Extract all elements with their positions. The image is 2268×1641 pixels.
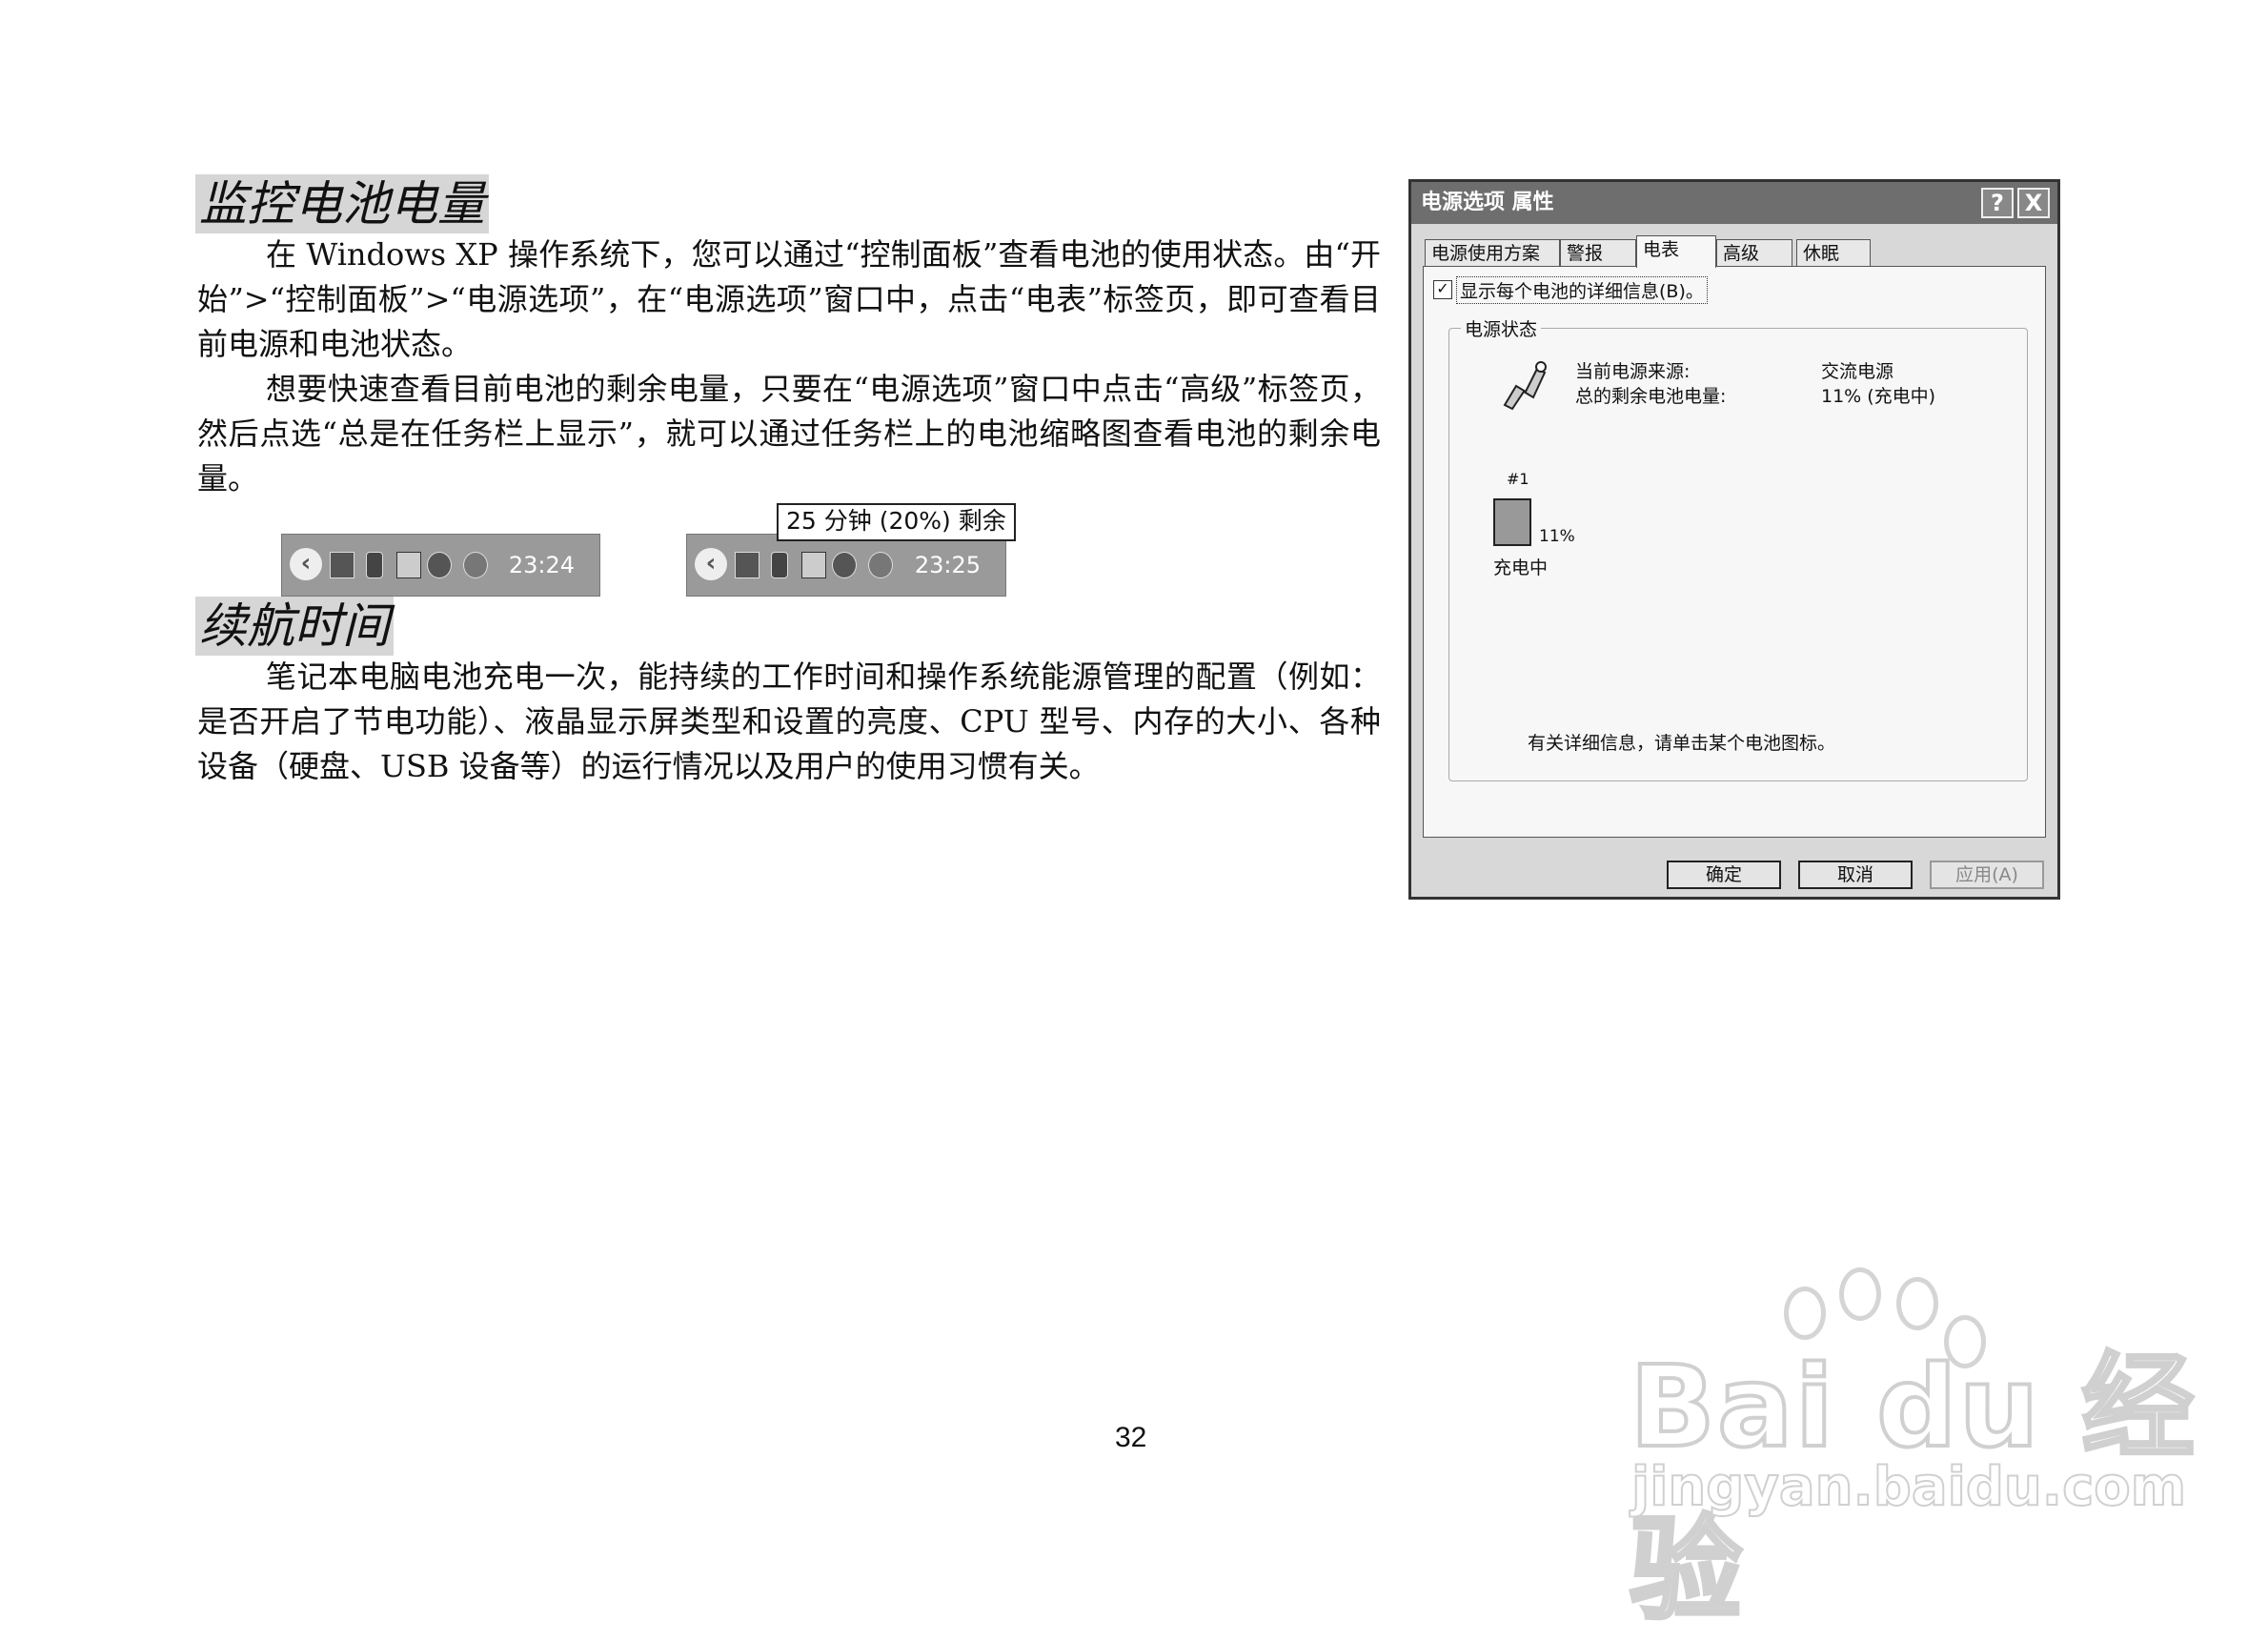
chevron-left-icon: ‹ [695,548,727,580]
security-icon [463,552,488,578]
paragraph-battery-life: 笔记本电脑电池充电一次，能持续的工作时间和操作系统能源管理的配置（例如：是否开启… [197,658,1381,784]
help-button[interactable]: ? [1981,188,2014,218]
power-source-label: 当前电源来源: [1575,361,1691,382]
display-icon [801,552,826,578]
tray-app-icon [832,552,857,578]
remaining-label: 总的剩余电池电量: [1575,386,1727,407]
network-icon [735,552,759,578]
tab-advanced[interactable]: 高级 [1716,239,1792,266]
paw-toe-icon [1839,1267,1881,1321]
display-icon [396,552,421,578]
dialog-title: 电源选项 属性 [1421,191,1554,214]
tray-app-icon [427,552,452,578]
detail-checkbox-label[interactable]: 显示每个电池的详细信息(B)。 [1456,276,1708,304]
tab-alarms[interactable]: 警报 [1560,239,1636,266]
battery-charging-icon[interactable] [1493,498,1531,546]
battery-icon [366,552,383,578]
watermark-url: jingyan.baidu.com [1630,1455,2187,1519]
tab-panel-power-meter: ✓ 显示每个电池的详细信息(B)。 电源状态 当前电源来源: 交流电源 总的剩余… [1423,266,2046,838]
battery-tooltip: 25 分钟 (20%) 剩余 [777,503,1016,541]
power-options-dialog: 电源选项 属性 ? X 电源使用方案 警报 电表 高级 休眠 ✓ 显示每个电池的… [1408,179,2060,900]
cancel-button[interactable]: 取消 [1798,861,1913,889]
battery-number: #1 [1507,470,1529,488]
section-heading-battery-life: 续航时间 [195,597,394,656]
remaining-value: 11% (充电中) [1821,386,1936,407]
taskbar-tray-screenshot-1: ‹ 23:24 [281,534,600,597]
group-label: 电源状态 [1461,315,1542,341]
tab-power-meter[interactable]: 电表 [1636,235,1716,268]
paragraph-battery-status: 在 Windows XP 操作系统下，您可以通过“控制面板”查看电池的使用状态。… [197,236,1381,362]
tab-power-schemes[interactable]: 电源使用方案 [1425,239,1560,266]
network-icon [330,552,354,578]
security-icon [868,552,893,578]
tab-hibernate[interactable]: 休眠 [1796,239,1871,266]
chevron-left-icon: ‹ [290,548,322,580]
detail-checkbox[interactable]: ✓ [1433,280,1452,299]
apply-button[interactable]: 应用(A) [1930,861,2044,889]
paragraph-quick-view: 想要快速查看目前电池的剩余电量，只要在“电源选项”窗口中点击“高级”标签页，然后… [197,371,1381,496]
battery-icon [771,552,788,578]
info-text: 有关详细信息，请单击某个电池图标。 [1528,733,1836,754]
section-heading-battery-monitor: 监控电池电量 [195,174,489,233]
ok-button[interactable]: 确定 [1667,861,1781,889]
page-number: 32 [1115,1422,1147,1453]
power-source-value: 交流电源 [1821,361,1894,382]
power-status-group: 电源状态 当前电源来源: 交流电源 总的剩余电池电量: 11% (充电中) #1… [1448,315,2028,781]
tray-clock: 23:25 [914,552,981,578]
close-button[interactable]: X [2017,188,2050,218]
taskbar-tray-screenshot-2: ‹ 23:25 25 分钟 (20%) 剩余 [686,503,1016,597]
battery-percent: 11% [1539,527,1575,546]
dialog-titlebar: 电源选项 属性 [1411,182,2057,224]
tray-clock: 23:24 [508,552,575,578]
ac-plug-icon [1503,361,1547,411]
battery-state: 充电中 [1493,557,1549,578]
